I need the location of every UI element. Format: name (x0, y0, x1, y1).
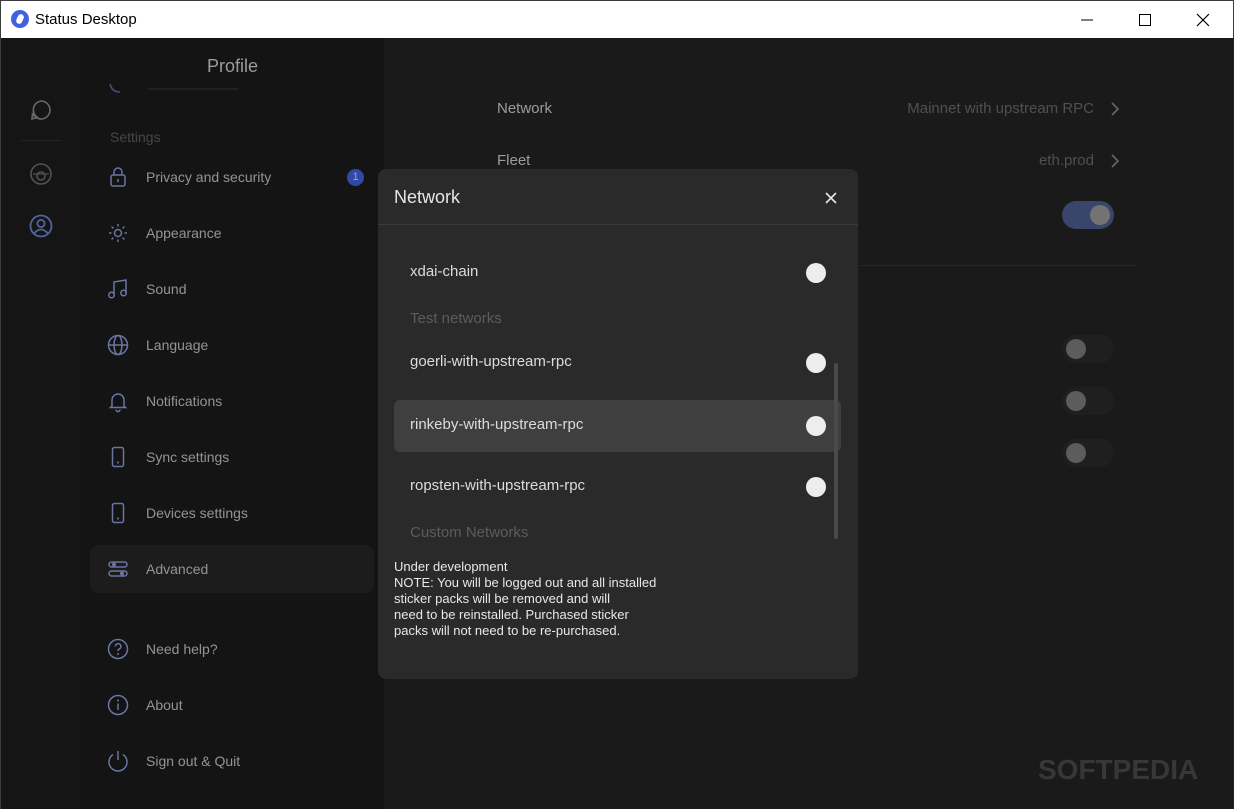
close-window-button[interactable] (1174, 1, 1232, 38)
radio-button[interactable] (806, 263, 826, 283)
radio-button[interactable] (806, 416, 826, 436)
network-modal: Network xdai-chain Test networks goerli-… (378, 169, 858, 679)
network-option-xdai[interactable]: xdai-chain (394, 247, 841, 299)
title-bar: Status Desktop (1, 1, 1233, 38)
network-option-goerli[interactable]: goerli-with-upstream-rpc (394, 337, 841, 389)
network-option-rinkeby[interactable]: rinkeby-with-upstream-rpc (394, 400, 841, 452)
radio-button[interactable] (806, 477, 826, 497)
close-icon (1196, 13, 1210, 26)
test-networks-label: Test networks (410, 310, 502, 327)
network-option-label: goerli-with-upstream-rpc (410, 353, 572, 370)
modal-header: Network (378, 169, 858, 225)
network-option-label: ropsten-with-upstream-rpc (410, 477, 586, 494)
modal-scrollbar[interactable] (834, 363, 838, 539)
modal-close-button[interactable] (820, 187, 842, 209)
maximize-icon (1139, 13, 1151, 26)
network-option-label: rinkeby-with-upstream-rpc (410, 416, 584, 433)
app-window: Status Desktop Profile Settings Privacy … (0, 0, 1234, 809)
window-title: Status Desktop (35, 11, 137, 28)
modal-title: Network (394, 187, 461, 207)
maximize-button[interactable] (1116, 1, 1174, 38)
close-icon (825, 192, 837, 204)
custom-networks-label: Custom Networks (410, 524, 529, 541)
radio-button[interactable] (806, 353, 826, 373)
minimize-icon (1081, 19, 1093, 20)
minimize-button[interactable] (1058, 1, 1116, 38)
status-logo-icon (11, 10, 29, 28)
development-note: Under development NOTE: You will be logg… (394, 559, 657, 638)
network-option-ropsten[interactable]: ropsten-with-upstream-rpc (394, 461, 841, 513)
network-option-label: xdai-chain (410, 263, 479, 280)
